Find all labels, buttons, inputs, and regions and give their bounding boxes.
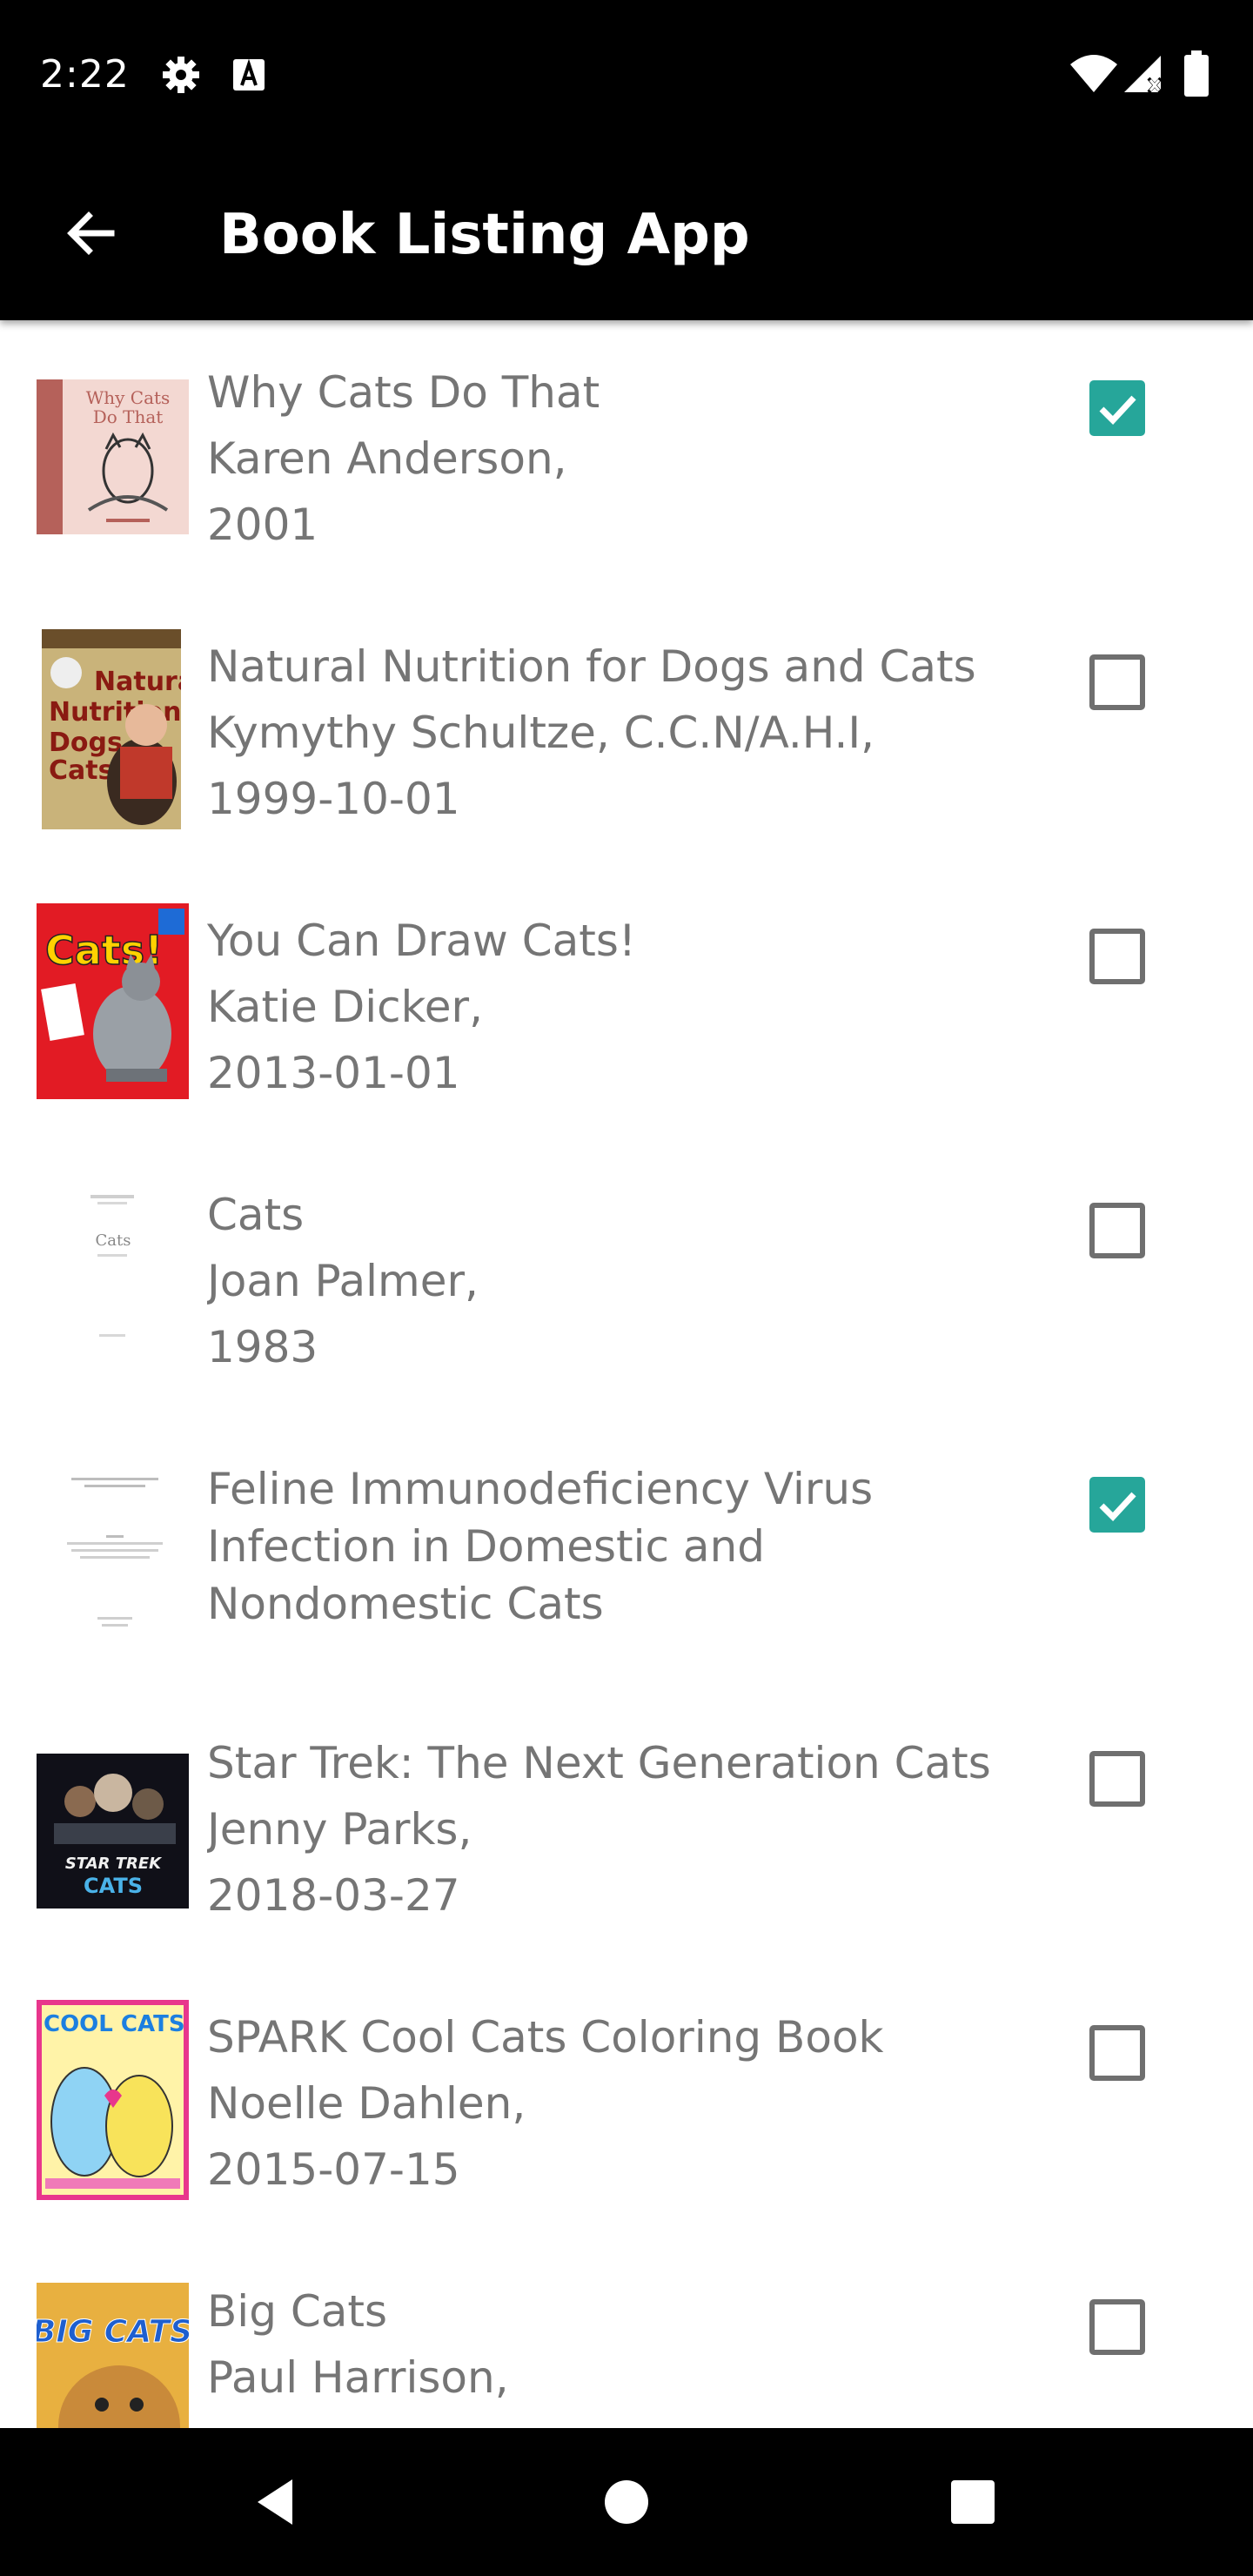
book-checkbox[interactable] (1089, 1477, 1145, 1533)
cover-text: Why Cats (86, 387, 171, 408)
navigation-bar (0, 2428, 1253, 2576)
cover-text: Natural (94, 667, 181, 697)
book-cover-image: Why Cats Do That (37, 379, 189, 534)
book-checkbox[interactable] (1089, 380, 1145, 436)
book-title: Big Cats (207, 2286, 388, 2337)
book-cover-image: Natural Nutrition Dogs Cats (42, 629, 181, 829)
book-info: You Can Draw Cats! Katie Dicker, 2013-01… (207, 908, 990, 1106)
book-date: 2001 (207, 500, 318, 550)
book-author: Karen Anderson, (207, 433, 567, 484)
cover-text: CATS (84, 1874, 143, 1898)
book-checkbox[interactable] (1089, 2299, 1145, 2355)
book-cover-image (37, 1452, 189, 1652)
home-circle-icon (605, 2480, 648, 2524)
book-info: Why Cats Do That Karen Anderson, 2001 (207, 359, 990, 558)
book-row[interactable]: Cats Cats Joan Palmer, 1983 (0, 1143, 1253, 1417)
book-checkbox[interactable] (1089, 2025, 1145, 2081)
book-list[interactable]: Why Cats Do That Why Cats Do That Karen … (0, 320, 1253, 2428)
book-title: SPARK Cool Cats Coloring Book (207, 2012, 884, 2063)
book-info: Star Trek: The Next Generation Cats Jenn… (207, 1730, 990, 1929)
check-icon (1099, 395, 1136, 426)
app-bar: Book Listing App (0, 146, 1253, 320)
book-title: You Can Draw Cats! (207, 916, 636, 966)
book-title: Infection in Domestic and (207, 1521, 765, 1572)
status-bar: 2:22 (0, 0, 1253, 146)
book-cover-image: STAR TREK CATS (37, 1754, 189, 1909)
cover-text: COOL CATS (44, 2011, 185, 2037)
book-row[interactable]: Cats! You Can Draw Cats! Katie Dicker, 2… (0, 869, 1253, 1143)
book-cover-image: Cats! (37, 903, 189, 1099)
back-triangle-icon (258, 2479, 292, 2525)
cover-text: STAR TREK (65, 1855, 163, 1873)
book-title: Feline Immunodeficiency Virus (207, 1464, 874, 1514)
wifi-icon (1069, 52, 1119, 97)
book-checkbox[interactable] (1089, 654, 1145, 710)
book-author: Joan Palmer, (207, 1256, 479, 1306)
book-cover-image: COOL CATS (37, 2000, 189, 2200)
recents-square-icon (951, 2480, 995, 2524)
book-author: Jenny Parks, (207, 1804, 472, 1855)
book-author: Katie Dicker, (207, 982, 483, 1032)
battery-icon (1183, 50, 1209, 101)
book-row[interactable]: BIG CATS Big Cats Paul Harrison, (0, 2239, 1253, 2428)
book-author: Paul Harrison, (207, 2352, 509, 2403)
nav-home-button[interactable] (539, 2428, 714, 2576)
book-info: Big Cats Paul Harrison, (207, 2278, 990, 2428)
cover-text: Do That (93, 406, 164, 427)
check-icon (1099, 1492, 1136, 1522)
keyboard-a-icon (231, 57, 266, 96)
book-checkbox[interactable] (1089, 929, 1145, 984)
settings-icon (160, 54, 202, 99)
book-author: Noelle Dahlen, (207, 2078, 526, 2129)
cover-text: Dogs (49, 728, 123, 758)
cover-text: BIG CATS (37, 2314, 189, 2350)
arrow-back-icon (67, 211, 115, 255)
nav-back-button[interactable] (190, 2428, 364, 2576)
book-cover-image: Cats (37, 1177, 189, 1378)
back-button[interactable] (44, 186, 137, 280)
book-title: Cats (207, 1190, 305, 1240)
cover-text: Cats (49, 755, 113, 786)
book-info: Natural Nutrition for Dogs and Cats Kymy… (207, 634, 990, 832)
status-time: 2:22 (40, 52, 130, 97)
book-cover-image: BIG CATS (37, 2283, 189, 2428)
book-title: Why Cats Do That (207, 367, 600, 418)
book-title: Natural Nutrition for Dogs and Cats (207, 641, 976, 692)
book-row[interactable]: Feline Immunodeficiency Virus Infection … (0, 1417, 1253, 1691)
book-checkbox[interactable] (1089, 1751, 1145, 1807)
book-title: Nondomestic Cats (207, 1579, 604, 1629)
nav-recents-button[interactable] (886, 2428, 1060, 2576)
book-row[interactable]: Natural Nutrition Dogs Cats Natural Nutr… (0, 594, 1253, 869)
book-date: 2018-03-27 (207, 1870, 460, 1921)
book-row[interactable]: COOL CATS SPARK Cool Cats Coloring Book … (0, 1965, 1253, 2239)
book-info: Cats Joan Palmer, 1983 (207, 1182, 990, 1380)
book-date: 2015-07-15 (207, 2144, 460, 2195)
app-title: Book Listing App (219, 203, 750, 267)
book-info: SPARK Cool Cats Coloring Book Noelle Dah… (207, 2004, 990, 2203)
book-info: Feline Immunodeficiency Virus Infection … (207, 1460, 990, 1647)
book-row[interactable]: STAR TREK CATS Star Trek: The Next Gener… (0, 1691, 1253, 1965)
book-author: Kymythy Schultze, C.C.N/A.H.I, (207, 708, 875, 758)
cover-text: Cats (96, 1231, 131, 1250)
book-title: Star Trek: The Next Generation Cats (207, 1738, 990, 1788)
signal-icon (1122, 54, 1164, 97)
book-row[interactable]: Why Cats Do That Why Cats Do That Karen … (0, 320, 1253, 594)
book-date: 1999-10-01 (207, 774, 460, 824)
book-date: 2013-01-01 (207, 1048, 460, 1098)
book-checkbox[interactable] (1089, 1203, 1145, 1258)
book-date: 1983 (207, 1322, 318, 1372)
